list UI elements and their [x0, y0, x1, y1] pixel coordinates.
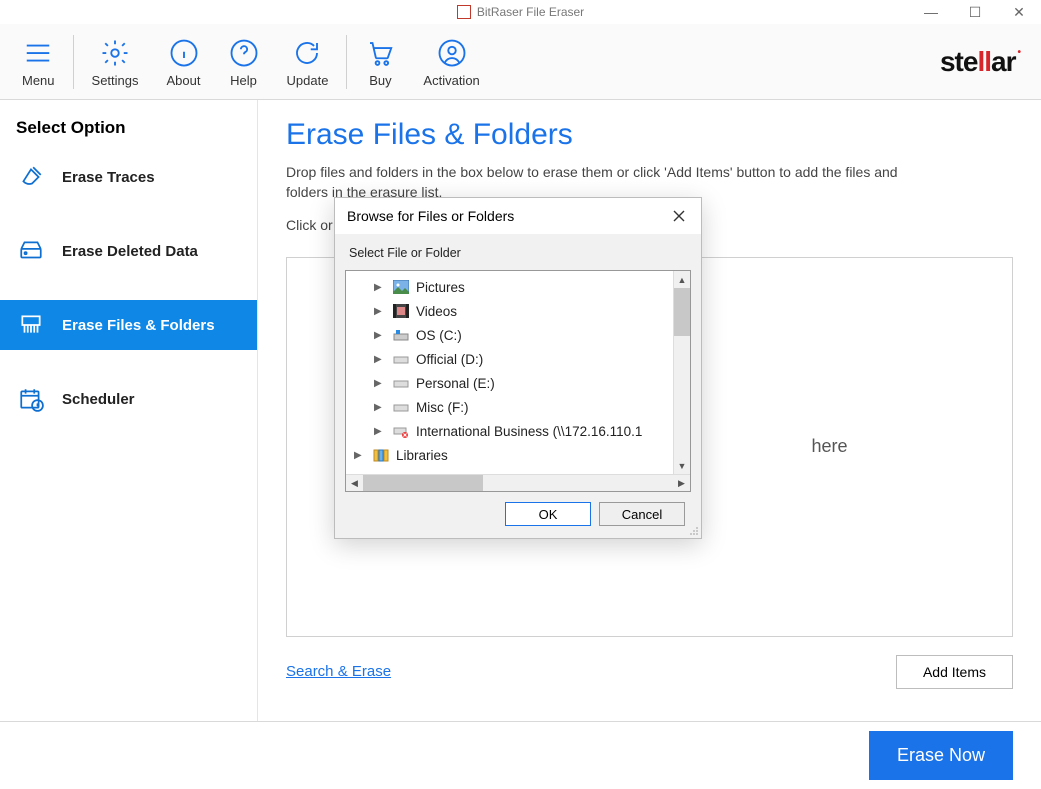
chevron-right-icon[interactable]: ▶ [374, 426, 386, 437]
chevron-right-icon[interactable]: ▶ [374, 402, 386, 413]
videos-icon [392, 303, 410, 319]
broom-icon [18, 164, 44, 190]
chevron-right-icon[interactable]: ▶ [374, 330, 386, 341]
app-title: BitRaser File Eraser [477, 5, 584, 19]
erase-now-button[interactable]: Erase Now [869, 731, 1013, 780]
libraries-icon [372, 447, 390, 463]
dialog-cancel-button[interactable]: Cancel [599, 502, 685, 526]
folder-tree[interactable]: ▶ Pictures ▶ Videos ▶ OS (C:) ▶ [345, 270, 691, 492]
sidebar-item-label: Erase Deleted Data [62, 243, 198, 260]
activation-button[interactable]: Activation [409, 24, 493, 99]
app-icon [457, 5, 471, 19]
tree-item-libraries[interactable]: ▶ Libraries [346, 443, 690, 467]
buy-label: Buy [369, 73, 391, 88]
tree-item-pictures[interactable]: ▶ Pictures [346, 275, 690, 299]
drop-hint-suffix: here [811, 436, 847, 457]
tree-item-drive-f[interactable]: ▶ Misc (F:) [346, 395, 690, 419]
footer-bar: Erase Now [0, 721, 1041, 789]
hdd-icon [392, 351, 410, 367]
chevron-right-icon[interactable]: ▶ [374, 354, 386, 365]
activation-label: Activation [423, 73, 479, 88]
help-icon [229, 38, 259, 68]
os-drive-icon [392, 327, 410, 343]
help-button[interactable]: Help [215, 24, 273, 99]
sidebar-item-erase-files-folders[interactable]: Erase Files & Folders [0, 300, 257, 350]
about-label: About [167, 73, 201, 88]
add-items-button[interactable]: Add Items [896, 655, 1013, 689]
sidebar-item-label: Erase Traces [62, 169, 155, 186]
resize-grip-icon[interactable] [687, 524, 699, 536]
sidebar: Select Option Erase Traces Erase Deleted… [0, 100, 258, 721]
toolbar-separator [73, 35, 74, 89]
hdd-icon [392, 375, 410, 391]
pictures-icon [392, 279, 410, 295]
dialog-close-button[interactable] [669, 206, 689, 226]
shredder-icon [18, 312, 44, 338]
scroll-right-arrow[interactable]: ▶ [673, 478, 690, 489]
network-drive-disconnected-icon [392, 423, 410, 439]
settings-button[interactable]: Settings [78, 24, 153, 99]
tree-item-network-drive[interactable]: ▶ International Business (\\172.16.110.1 [346, 419, 690, 443]
sidebar-item-label: Erase Files & Folders [62, 317, 215, 334]
tree-item-drive-c[interactable]: ▶ OS (C:) [346, 323, 690, 347]
tree-item-videos[interactable]: ▶ Videos [346, 299, 690, 323]
sidebar-item-label: Scheduler [62, 391, 135, 408]
sidebar-item-erase-deleted[interactable]: Erase Deleted Data [0, 226, 257, 276]
update-label: Update [287, 73, 329, 88]
search-erase-link[interactable]: Search & Erase [286, 663, 391, 680]
tree-item-drive-e[interactable]: ▶ Personal (E:) [346, 371, 690, 395]
update-icon [292, 38, 322, 68]
drive-icon [18, 238, 44, 264]
settings-label: Settings [92, 73, 139, 88]
main-toolbar: Menu Settings About Help Update Buy Acti… [0, 24, 1041, 100]
menu-button[interactable]: Menu [8, 24, 69, 99]
dialog-title: Browse for Files or Folders [347, 208, 514, 224]
chevron-right-icon[interactable]: ▶ [354, 450, 366, 461]
hamburger-icon [23, 38, 53, 68]
cart-icon [365, 38, 395, 68]
browse-dialog: Browse for Files or Folders Select File … [334, 197, 702, 539]
buy-button[interactable]: Buy [351, 24, 409, 99]
toolbar-separator [346, 35, 347, 89]
close-window-button[interactable]: ✕ [997, 0, 1041, 24]
chevron-right-icon[interactable]: ▶ [374, 282, 386, 293]
sidebar-title: Select Option [0, 110, 257, 152]
scroll-thumb[interactable] [363, 475, 483, 491]
vertical-scrollbar[interactable]: ▲ ▼ [673, 271, 690, 474]
sidebar-item-scheduler[interactable]: Scheduler [0, 374, 257, 424]
gear-icon [100, 38, 130, 68]
user-icon [437, 38, 467, 68]
chevron-right-icon[interactable]: ▶ [374, 378, 386, 389]
scroll-left-arrow[interactable]: ◀ [346, 478, 363, 489]
update-button[interactable]: Update [273, 24, 343, 99]
scroll-down-arrow[interactable]: ▼ [674, 457, 690, 474]
calendar-clock-icon [18, 386, 44, 412]
maximize-button[interactable]: ☐ [953, 0, 997, 24]
hdd-icon [392, 399, 410, 415]
sidebar-item-erase-traces[interactable]: Erase Traces [0, 152, 257, 202]
minimize-button[interactable]: — [909, 0, 953, 24]
scroll-up-arrow[interactable]: ▲ [674, 271, 690, 288]
page-title: Erase Files & Folders [286, 118, 1013, 152]
brand-logo: stellar• [940, 46, 1021, 78]
about-button[interactable]: About [153, 24, 215, 99]
menu-label: Menu [22, 73, 55, 88]
close-icon [673, 210, 685, 222]
info-icon [169, 38, 199, 68]
help-label: Help [230, 73, 257, 88]
scroll-thumb[interactable] [674, 288, 690, 336]
dialog-ok-button[interactable]: OK [505, 502, 591, 526]
dialog-label: Select File or Folder [349, 246, 687, 260]
tree-item-drive-d[interactable]: ▶ Official (D:) [346, 347, 690, 371]
horizontal-scrollbar[interactable]: ◀ ▶ [346, 474, 690, 491]
chevron-right-icon[interactable]: ▶ [374, 306, 386, 317]
window-titlebar: BitRaser File Eraser — ☐ ✕ [0, 0, 1041, 24]
